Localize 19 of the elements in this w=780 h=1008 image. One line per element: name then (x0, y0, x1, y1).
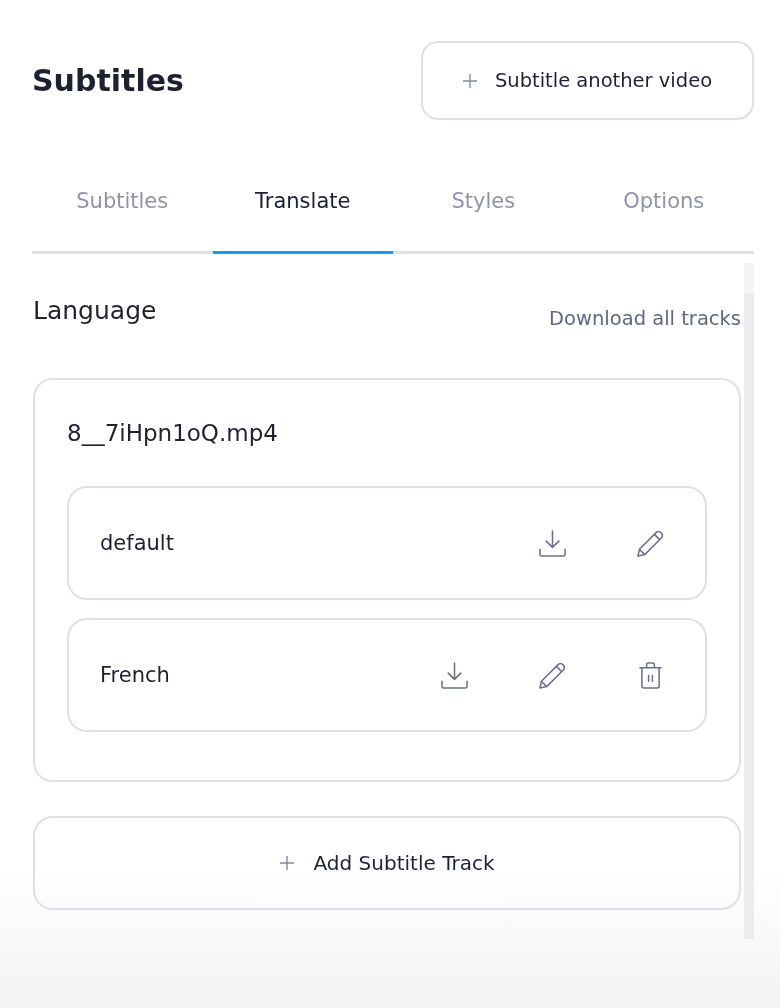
pencil-icon (636, 529, 664, 557)
file-name: 8__7iHpn1oQ.mp4 (67, 419, 279, 448)
tab[interactable]: Translate (212, 173, 393, 254)
track-name: default (100, 530, 174, 556)
plus-icon (462, 73, 477, 88)
tab[interactable]: Options (573, 173, 754, 254)
pencil-icon (538, 661, 566, 689)
page-title: Subtitles (32, 62, 184, 99)
tab[interactable]: Subtitles (32, 173, 213, 254)
track-name: French (100, 662, 170, 688)
subtitle-another-video-button[interactable]: Subtitle another video (421, 41, 754, 120)
tab[interactable]: Styles (393, 173, 574, 254)
download-all-link[interactable]: Download all tracks (549, 307, 741, 331)
download-icon (440, 661, 468, 689)
trash-icon (638, 661, 662, 689)
add-subtitle-track-button[interactable]: Add Subtitle Track (33, 816, 741, 910)
section-title: Language (33, 295, 157, 327)
download-icon (538, 529, 566, 557)
plus-icon (279, 856, 294, 870)
